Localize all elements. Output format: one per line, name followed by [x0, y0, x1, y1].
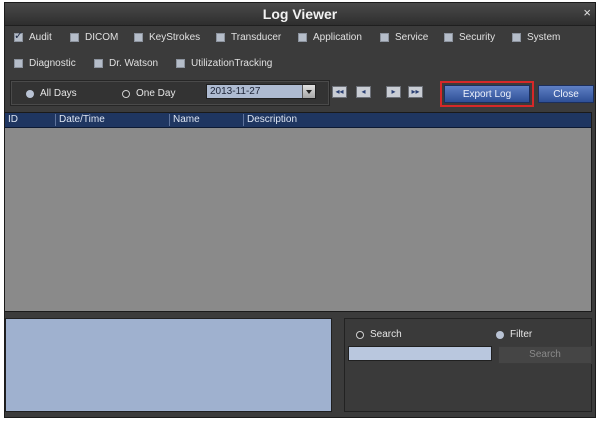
category-checkbox-dr-watson[interactable]: Dr. Watson: [94, 58, 158, 69]
checkbox-label: Application: [313, 32, 362, 43]
category-checkbox-application[interactable]: Application: [298, 32, 362, 43]
checkbox-label: Service: [395, 32, 429, 43]
last-page-button[interactable]: ▸▸: [408, 86, 423, 98]
radio-unselected-icon: [122, 89, 130, 98]
first-page-icon: ◂◂: [335, 87, 344, 96]
column-header-id[interactable]: ID: [5, 114, 55, 126]
checkbox-label: Security: [459, 32, 496, 43]
category-checkbox-security[interactable]: Security: [444, 32, 495, 43]
window-title: Log Viewer: [262, 6, 338, 22]
checkbox-icon: [94, 59, 103, 68]
checkbox-label: Dr. Watson: [109, 58, 159, 69]
title-bar: Log Viewer ×: [5, 3, 595, 26]
category-checkbox-audit[interactable]: Audit: [14, 29, 52, 43]
checkbox-icon: [216, 33, 225, 42]
category-checkbox-dicom[interactable]: DICOM: [70, 32, 118, 43]
radio-label: Filter: [510, 329, 533, 340]
checkbox-icon: [380, 33, 389, 42]
checkbox-icon: [298, 33, 307, 42]
checkbox-icon: [14, 29, 23, 42]
search-input[interactable]: [348, 346, 492, 361]
checkbox-label: UtilizationTracking: [191, 58, 273, 69]
previous-page-icon: ◂: [361, 87, 366, 96]
checkbox-icon: [176, 59, 185, 68]
checkbox-label: System: [527, 32, 561, 43]
category-checkbox-utilizationtracking[interactable]: UtilizationTracking: [176, 58, 272, 69]
chevron-down-icon[interactable]: [302, 85, 315, 98]
log-table[interactable]: ID Date/Time Name Description: [4, 112, 592, 312]
date-picker[interactable]: 2013-11-27: [206, 84, 316, 99]
checkbox-icon: [512, 33, 521, 42]
column-header-date-time[interactable]: Date/Time: [55, 114, 169, 126]
checkbox-label: KeyStrokes: [149, 32, 201, 43]
date-value: 2013-11-27: [210, 86, 261, 97]
close-icon[interactable]: ×: [583, 5, 591, 20]
table-header: ID Date/Time Name Description: [5, 113, 591, 128]
category-checkbox-keystrokes[interactable]: KeyStrokes: [134, 32, 200, 43]
radio-unselected-icon: [356, 330, 364, 339]
close-button[interactable]: Close: [538, 85, 594, 103]
radio-selected-icon: [26, 89, 34, 98]
previous-page-button[interactable]: ◂: [356, 86, 371, 98]
category-checkbox-system[interactable]: System: [512, 32, 560, 43]
checkbox-icon: [70, 33, 79, 42]
checkbox-icon: [444, 33, 453, 42]
category-checkbox-service[interactable]: Service: [380, 32, 428, 43]
radio-filter[interactable]: Filter: [496, 329, 532, 340]
radio-search[interactable]: Search: [356, 329, 402, 340]
radio-label: Search: [370, 329, 402, 340]
checkbox-label: Diagnostic: [29, 58, 76, 69]
search-button[interactable]: Search: [498, 346, 592, 364]
radio-all-days[interactable]: All Days: [26, 88, 77, 99]
log-detail-pane[interactable]: [5, 318, 332, 412]
radio-one-day[interactable]: One Day: [122, 88, 175, 99]
next-page-icon: ▸: [391, 87, 396, 96]
checkbox-label: Audit: [29, 32, 52, 43]
checkbox-icon: [134, 33, 143, 42]
column-header-name[interactable]: Name: [169, 114, 243, 126]
checkbox-icon: [14, 59, 23, 68]
radio-selected-icon: [496, 330, 504, 339]
next-page-button[interactable]: ▸: [386, 86, 401, 98]
export-log-button[interactable]: Export Log: [444, 85, 530, 103]
category-checkbox-diagnostic[interactable]: Diagnostic: [14, 58, 76, 69]
category-checkbox-transducer[interactable]: Transducer: [216, 32, 281, 43]
checkbox-label: Transducer: [231, 32, 282, 43]
first-page-button[interactable]: ◂◂: [332, 86, 347, 98]
checkbox-label: DICOM: [85, 32, 119, 43]
column-header-description[interactable]: Description: [243, 114, 591, 126]
last-page-icon: ▸▸: [411, 87, 420, 96]
radio-label: All Days: [40, 88, 77, 99]
radio-label: One Day: [136, 88, 176, 99]
